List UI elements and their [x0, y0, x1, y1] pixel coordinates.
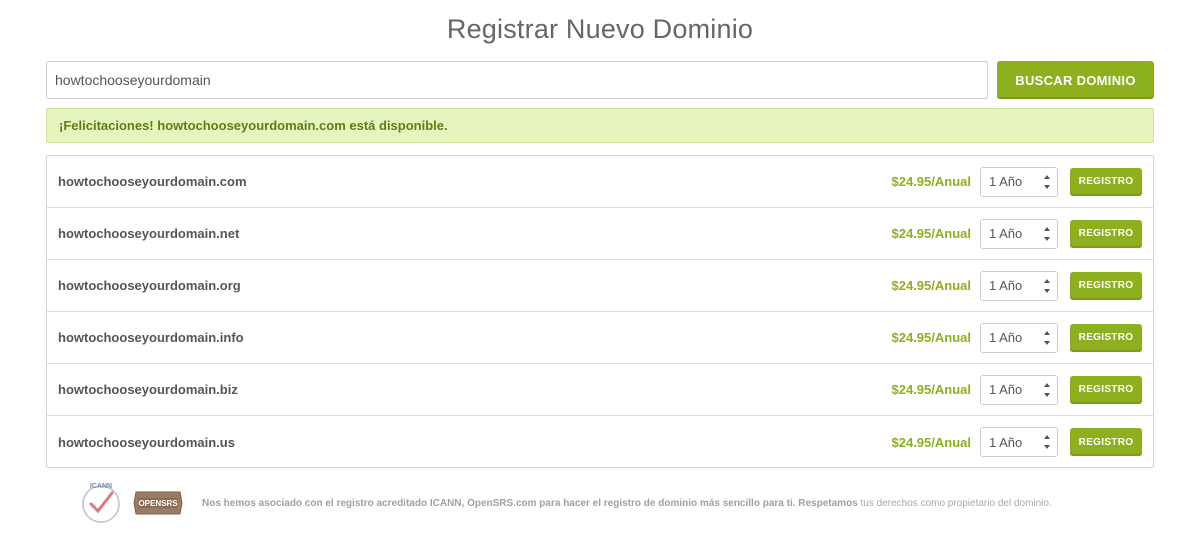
- period-select[interactable]: 1 Año: [980, 374, 1058, 405]
- domain-result-row: howtochooseyourdomain.com $24.95/Anual 1…: [47, 156, 1153, 208]
- domain-price: $24.95/Anual: [891, 434, 972, 450]
- domain-name: howtochooseyourdomain.us: [58, 434, 235, 450]
- period-select[interactable]: 1 Año: [980, 322, 1058, 353]
- domain-price: $24.95/Anual: [891, 382, 972, 397]
- up-down-arrows-icon: [1043, 278, 1051, 293]
- period-select-value: 1 Año: [989, 330, 1023, 345]
- availability-alert: ¡Felicitaciones! howtochooseyourdomain.c…: [46, 108, 1154, 143]
- domain-price: $24.95/Anual: [891, 330, 972, 345]
- register-button[interactable]: REGISTRO: [1070, 167, 1142, 196]
- register-button[interactable]: REGISTRO: [1070, 323, 1142, 352]
- register-button[interactable]: REGISTRO: [1070, 428, 1142, 456]
- register-button[interactable]: REGISTRO: [1070, 375, 1142, 404]
- icann-logo: ICANN: [78, 480, 124, 526]
- up-down-arrows-icon: [1043, 174, 1051, 189]
- domain-price: $24.95/Anual: [891, 226, 972, 241]
- domain-result-row: howtochooseyourdomain.info $24.95/Anual …: [47, 312, 1153, 364]
- period-select[interactable]: 1 Año: [980, 270, 1058, 301]
- domain-name: howtochooseyourdomain.biz: [58, 382, 238, 397]
- partner-footer: ICANN OPENSRS Nos hemos asociado con el …: [78, 478, 1138, 528]
- search-domain-button[interactable]: BUSCAR DOMINIO: [997, 61, 1154, 99]
- domain-name: howtochooseyourdomain.org: [58, 278, 241, 293]
- up-down-arrows-icon: [1043, 226, 1051, 241]
- domain-result-row: howtochooseyourdomain.org $24.95/Anual 1…: [47, 260, 1153, 312]
- period-select[interactable]: 1 Año: [980, 166, 1058, 197]
- period-select-value: 1 Año: [989, 382, 1023, 397]
- page-title: Registrar Nuevo Dominio: [446, 14, 754, 44]
- up-down-arrows-icon: [1043, 330, 1051, 345]
- domain-search-input[interactable]: [46, 61, 988, 99]
- register-button[interactable]: REGISTRO: [1070, 219, 1142, 248]
- domain-results-list: howtochooseyourdomain.com $24.95/Anual 1…: [46, 155, 1154, 468]
- domain-result-row: howtochooseyourdomain.biz $24.95/Anual 1…: [47, 364, 1153, 416]
- domain-name: howtochooseyourdomain.info: [58, 330, 244, 345]
- period-select[interactable]: 1 Año: [980, 218, 1058, 249]
- domain-name: howtochooseyourdomain.com: [58, 174, 247, 189]
- opensrs-logo-label: OPENSRS: [138, 499, 178, 508]
- checkmark-seal-icon: ICANN: [82, 483, 120, 523]
- register-button[interactable]: REGISTRO: [1070, 271, 1142, 300]
- period-select-value: 1 Año: [989, 226, 1023, 241]
- period-select-value: 1 Año: [989, 174, 1023, 189]
- period-select-value: 1 Año: [989, 434, 1023, 450]
- up-down-arrows-icon: [1043, 382, 1051, 397]
- domain-registration-page: Registrar Nuevo Dominio BUSCAR DOMINIO ¡…: [0, 0, 1200, 559]
- up-down-arrows-icon: [1043, 435, 1051, 449]
- domain-name: howtochooseyourdomain.net: [58, 226, 240, 241]
- domain-price: $24.95/Anual: [891, 278, 972, 293]
- footer-disclaimer: Nos hemos asociado con el registro acred…: [202, 498, 1052, 509]
- footer-disclaimer-bold: Nos hemos asociado con el registro acred…: [202, 497, 858, 509]
- domain-result-row: howtochooseyourdomain.net $24.95/Anual 1…: [47, 208, 1153, 260]
- opensrs-logo: OPENSRS: [132, 486, 184, 520]
- footer-disclaimer-normal: tus derechos como propietario del domini…: [857, 497, 1052, 509]
- availability-alert-message: ¡Felicitaciones! howtochooseyourdomain.c…: [59, 118, 448, 133]
- domain-result-row: howtochooseyourdomain.us $24.95/Anual 1 …: [47, 416, 1153, 468]
- domain-price: $24.95/Anual: [891, 174, 972, 189]
- period-select[interactable]: 1 Año: [980, 427, 1058, 457]
- icann-logo-label: ICANN: [90, 483, 112, 490]
- period-select-value: 1 Año: [989, 278, 1023, 293]
- opensrs-badge-icon: OPENSRS: [133, 491, 183, 515]
